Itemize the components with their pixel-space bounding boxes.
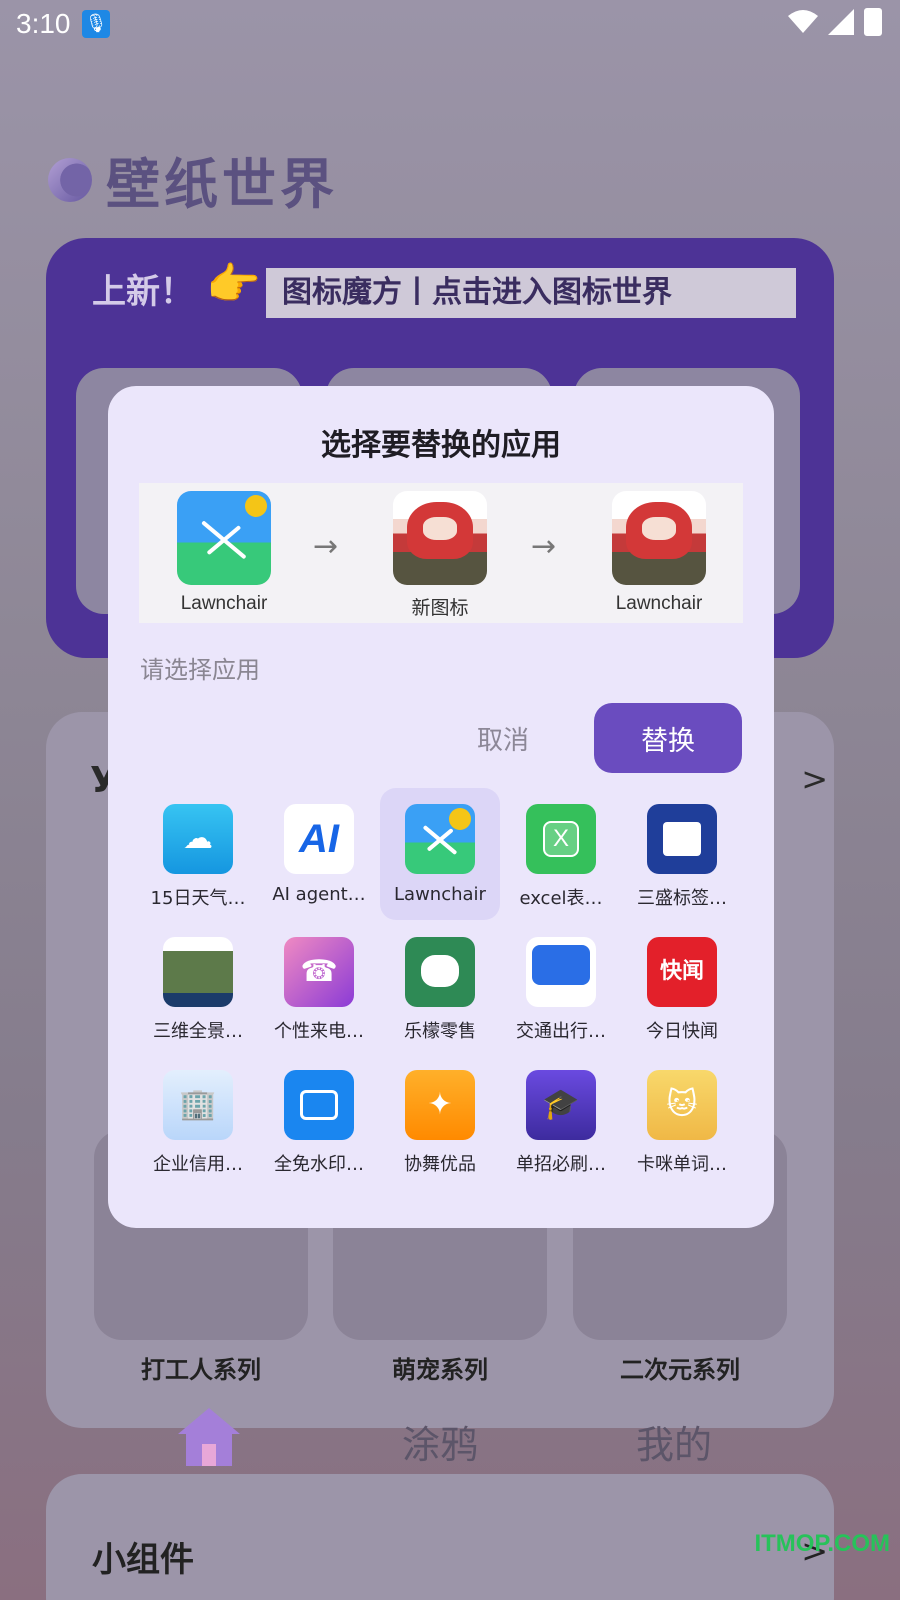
app-label: AI agent… [272,884,366,905]
lawnchair-icon [405,804,475,874]
app-label: 卡咪单词… [637,1154,727,1175]
news-icon: 快闻 [647,937,717,1007]
promo-tag: 上新！ [92,272,194,312]
brand-header: 壁纸世界 [48,140,338,219]
panorama-map-icon [163,937,233,1007]
cancel-button[interactable]: 取消 [444,704,562,772]
replace-button[interactable]: 替换 [594,703,742,773]
anime-girl-icon [393,491,487,585]
app-label: 乐檬零售 [404,1021,476,1042]
anime-girl-icon [612,491,706,585]
brand-title: 壁纸世界 [106,153,338,216]
battery-icon [864,8,882,36]
replace-app-dialog: 选择要替换的应用 Lawnchair → 新图标 → Lawnchair 请选择… [108,386,774,1228]
app-item[interactable]: 三盛标签… [622,788,742,920]
preview-source-label: Lawnchair [180,593,268,614]
pointing-hand-icon: 👉 [206,259,261,310]
preview-result-label: Lawnchair [615,593,703,614]
app-label: 企业信用… [153,1154,243,1175]
dialog-title: 选择要替换的应用 [321,428,561,463]
app-item[interactable]: 乐檬零售 [380,921,500,1053]
app-label: 15日天气… [150,888,246,909]
app-label: 三盛标签… [637,888,727,909]
preview-source: Lawnchair [159,491,289,615]
preview-new-icon: 新图标 [375,491,505,620]
widget-section-title: 小组件 [92,1540,194,1580]
app-item[interactable]: 交通出行… [501,921,621,1053]
app-label: 协舞优品 [404,1154,476,1175]
app-item-selected[interactable]: Lawnchair [380,788,500,920]
section-more-chevron-icon[interactable]: > [801,760,828,798]
arrow-right-icon: → [531,529,557,564]
status-bar: 3:10 🎙 [0,0,900,48]
status-icons [788,8,882,36]
app-item[interactable]: 🐱 卡咪单词… [622,1054,742,1186]
series-label: 二次元系列 [620,1356,740,1384]
app-item[interactable]: ✦ 协舞优品 [380,1054,500,1186]
microphone-icon: 🎙 [82,10,110,38]
preview-new-icon-label: 新图标 [411,598,469,619]
watermark: ITMOP.COM [754,1530,890,1557]
series-label: 萌宠系列 [392,1356,488,1384]
select-app-hint: 请选择应用 [140,656,260,684]
robot-retail-icon [405,937,475,1007]
replace-preview: Lawnchair → 新图标 → Lawnchair [139,483,743,623]
app-item[interactable]: 快闻 今日快闻 [622,921,742,1053]
traffic-car-icon [526,937,596,1007]
excel-icon: X [526,804,596,874]
app-label: Lawnchair [394,884,486,905]
ringtone-phone-icon: ☎ [284,937,354,1007]
brand-logo-icon [48,157,92,202]
app-item[interactable]: 🏢 企业信用… [138,1054,258,1186]
app-item[interactable]: ☁ 15日天气… [138,788,258,920]
label-printer-icon [647,804,717,874]
status-time: 3:10 [16,8,71,39]
app-label: 交通出行… [516,1021,606,1042]
wifi-icon [788,10,818,33]
dance-icon: ✦ [405,1070,475,1140]
app-label: 单招必刷… [516,1154,606,1175]
signal-icon [828,9,854,35]
exam-icon: 🎓 [526,1070,596,1140]
app-item[interactable]: ☎ 个性来电… [259,921,379,1053]
app-item[interactable]: X excel表… [501,788,621,920]
app-label: 今日快闻 [646,1021,718,1042]
app-item[interactable]: AI AI agent… [259,788,379,920]
app-label: 三维全景… [153,1021,243,1042]
nav-tab-doodle[interactable]: 涂鸦 [402,1414,478,1469]
lawnchair-icon [177,491,271,585]
app-item[interactable]: 🎓 单招必刷… [501,1054,621,1186]
app-item[interactable]: 全免水印… [259,1054,379,1186]
app-label: 个性来电… [274,1021,364,1042]
arrow-right-icon: → [313,529,339,564]
cat-words-icon: 🐱 [647,1070,717,1140]
home-icon[interactable] [176,1406,242,1468]
camera-watermark-icon [284,1070,354,1140]
bottom-nav: 涂鸦 我的 [96,1400,786,1480]
app-label: 全免水印… [274,1154,364,1175]
enterprise-credit-icon: 🏢 [163,1070,233,1140]
weather-icon: ☁ [163,804,233,874]
ai-agent-icon: AI [284,804,354,874]
app-item[interactable]: 三维全景… [138,921,258,1053]
promo-banner-text: 图标魔方丨点击进入图标世界 [266,268,796,318]
preview-result: Lawnchair [594,491,724,615]
series-label: 打工人系列 [141,1356,261,1384]
nav-tab-mine[interactable]: 我的 [636,1414,712,1469]
app-label: excel表… [519,888,603,909]
